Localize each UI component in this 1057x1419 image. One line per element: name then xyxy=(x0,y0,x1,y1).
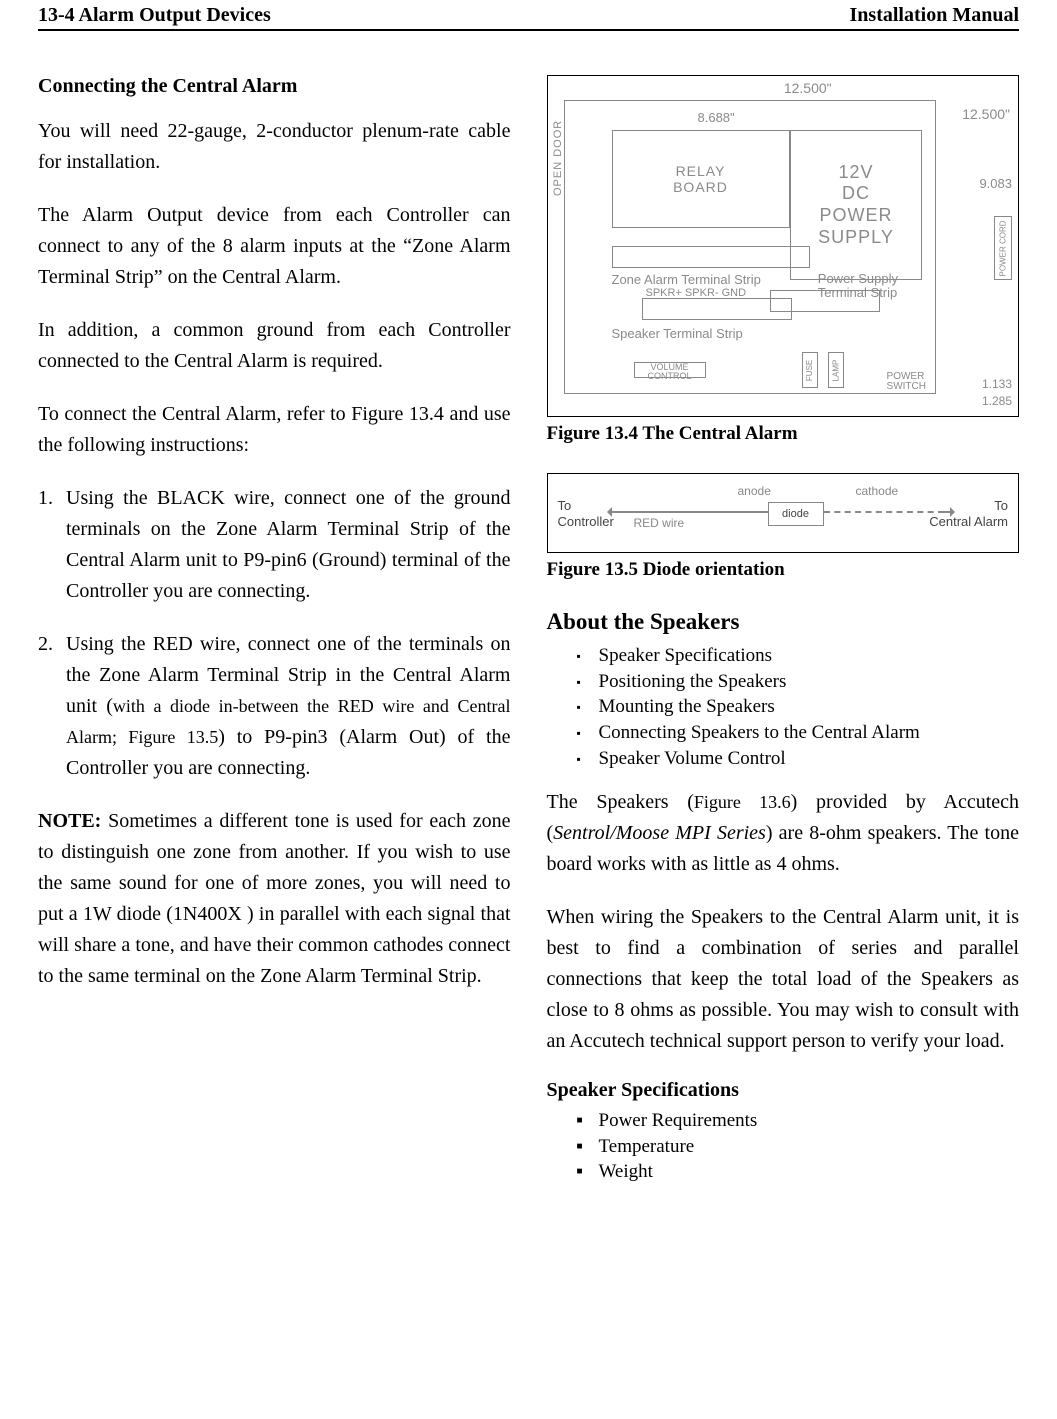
psu-l1: 12V xyxy=(791,162,921,184)
dim-1133: 1.133 xyxy=(982,376,1012,393)
dim-1285: 1.285 xyxy=(982,393,1012,410)
figure-13-4-diagram: 12.500" 12.500" 8.688" 9.083 OPEN DOOR R… xyxy=(547,75,1020,417)
note-paragraph: NOTE: Sometimes a different tone is used… xyxy=(38,806,511,992)
sp1em: Sentrol/Moose MPI Series xyxy=(553,822,766,844)
psw2: SWITCH xyxy=(887,382,926,392)
to-central-alarm-label: To Central Alarm xyxy=(929,498,1008,529)
list-item: Positioning the Speakers xyxy=(599,669,1020,695)
lamp-label: LAMP xyxy=(831,359,840,381)
instructions-intro: To connect the Central Alarm, refer to F… xyxy=(38,399,511,461)
instruction-number-1: 1. xyxy=(38,483,53,514)
instruction-item-2: 2. Using the RED wire, connect one of th… xyxy=(66,629,511,784)
instruction-text-1: Using the BLACK wire, connect one of the… xyxy=(66,487,511,602)
figure-13-5: To Controller To Central Alarm RED wire … xyxy=(547,473,1020,581)
arrow-left-icon xyxy=(608,511,620,513)
power-supply-strip-label: Power Supply Terminal Strip xyxy=(818,272,898,301)
relay-board: RELAY BOARD xyxy=(612,130,790,228)
figure-13-5-diagram: To Controller To Central Alarm RED wire … xyxy=(547,473,1020,553)
speaker-strip-label: Speaker Terminal Strip xyxy=(612,326,743,341)
diode-symbol: diode xyxy=(768,502,824,526)
dashed-line xyxy=(824,511,944,513)
list-item: Speaker Specifications xyxy=(599,643,1020,669)
right-column: 12.500" 12.500" 8.688" 9.083 OPEN DOOR R… xyxy=(547,75,1020,1201)
dim-top: 12.500" xyxy=(688,80,929,96)
anode-label: anode xyxy=(738,484,771,498)
note-text: Sometimes a different tone is used for e… xyxy=(38,810,511,987)
about-speakers-heading: About the Speakers xyxy=(547,609,1020,635)
pcord-label: POWER CORD xyxy=(999,220,1008,276)
psu-l3: POWER xyxy=(791,205,921,227)
pstrip-l1: Power Supply xyxy=(818,272,898,286)
instruction-item-1: 1. Using the BLACK wire, connect one of … xyxy=(66,483,511,607)
left-column: Connecting the Central Alarm You will ne… xyxy=(38,75,511,1201)
power-supply: 12V DC POWER SUPPLY xyxy=(790,130,922,280)
list-item: Weight xyxy=(599,1159,1020,1185)
dim-right: 12.500" xyxy=(962,106,1010,122)
speakers-topic-list: Speaker Specifications Positioning the S… xyxy=(547,643,1020,771)
instruction-number-2: 2. xyxy=(38,629,53,660)
fuse-label: FUSE xyxy=(805,359,814,380)
list-item: Mounting the Speakers xyxy=(599,694,1020,720)
zone-alarm-strip xyxy=(612,246,810,268)
figure-13-4-caption: Figure 13.4 The Central Alarm xyxy=(547,423,1020,445)
header-right: Installation Manual xyxy=(850,4,1019,27)
lamp: LAMP xyxy=(828,352,844,388)
bottom-dims: 1.133 1.285 xyxy=(982,376,1012,410)
figure-13-4: 12.500" 12.500" 8.688" 9.083 OPEN DOOR R… xyxy=(547,75,1020,445)
volume-control: VOLUME CONTROL xyxy=(634,362,706,378)
pstrip-l2: Terminal Strip xyxy=(818,286,898,300)
speakers-p2: When wiring the Speakers to the Central … xyxy=(547,902,1020,1057)
red-wire-line xyxy=(620,511,768,513)
cathode-label: cathode xyxy=(856,484,899,498)
connecting-heading: Connecting the Central Alarm xyxy=(38,75,511,98)
psu-l4: SUPPLY xyxy=(791,227,921,249)
arrow-right-icon xyxy=(942,511,954,513)
zone-alarm-strip-label: Zone Alarm Terminal Strip xyxy=(612,272,761,287)
page: 13-4 Alarm Output Devices Installation M… xyxy=(0,0,1057,1241)
note-label: NOTE: xyxy=(38,810,101,832)
power-switch-label: POWER SWITCH xyxy=(887,372,926,392)
fuse: FUSE xyxy=(802,352,818,388)
dim-9083: 9.083 xyxy=(979,176,1012,191)
cable-paragraph: You will need 22-gauge, 2-conductor plen… xyxy=(38,116,511,178)
psu-l2: DC xyxy=(791,183,921,205)
alarm-output-paragraph: The Alarm Output device from each Contro… xyxy=(38,200,511,293)
instruction-list: 1. Using the BLACK wire, connect one of … xyxy=(38,483,511,784)
red-wire-label: RED wire xyxy=(634,516,685,530)
speaker-spec-heading: Speaker Specifications xyxy=(547,1079,1020,1102)
speaker-spec-list: Power Requirements Temperature Weight xyxy=(547,1108,1020,1185)
header-left: 13-4 Alarm Output Devices xyxy=(38,4,271,27)
sp1sm: Figure 13.6 xyxy=(694,792,791,812)
list-item: Connecting Speakers to the Central Alarm xyxy=(599,720,1020,746)
relay-l2: BOARD xyxy=(613,179,789,195)
sp1a: The Speakers ( xyxy=(547,791,694,813)
figure-13-5-caption: Figure 13.5 Diode orientation xyxy=(547,559,1020,581)
open-door-label: OPEN DOOR xyxy=(552,120,564,196)
relay-l1: RELAY xyxy=(613,163,789,179)
two-column-layout: Connecting the Central Alarm You will ne… xyxy=(38,75,1019,1201)
page-header: 13-4 Alarm Output Devices Installation M… xyxy=(38,0,1019,31)
list-item: Power Requirements xyxy=(599,1108,1020,1134)
power-cord: POWER CORD xyxy=(994,216,1012,280)
speakers-p1: The Speakers (Figure 13.6) provided by A… xyxy=(547,787,1020,880)
list-item: Speaker Volume Control xyxy=(599,746,1020,772)
speaker-strip xyxy=(642,298,792,320)
toca2: Central Alarm xyxy=(929,514,1008,530)
common-ground-paragraph: In addition, a common ground from each C… xyxy=(38,315,511,377)
list-item: Temperature xyxy=(599,1134,1020,1160)
